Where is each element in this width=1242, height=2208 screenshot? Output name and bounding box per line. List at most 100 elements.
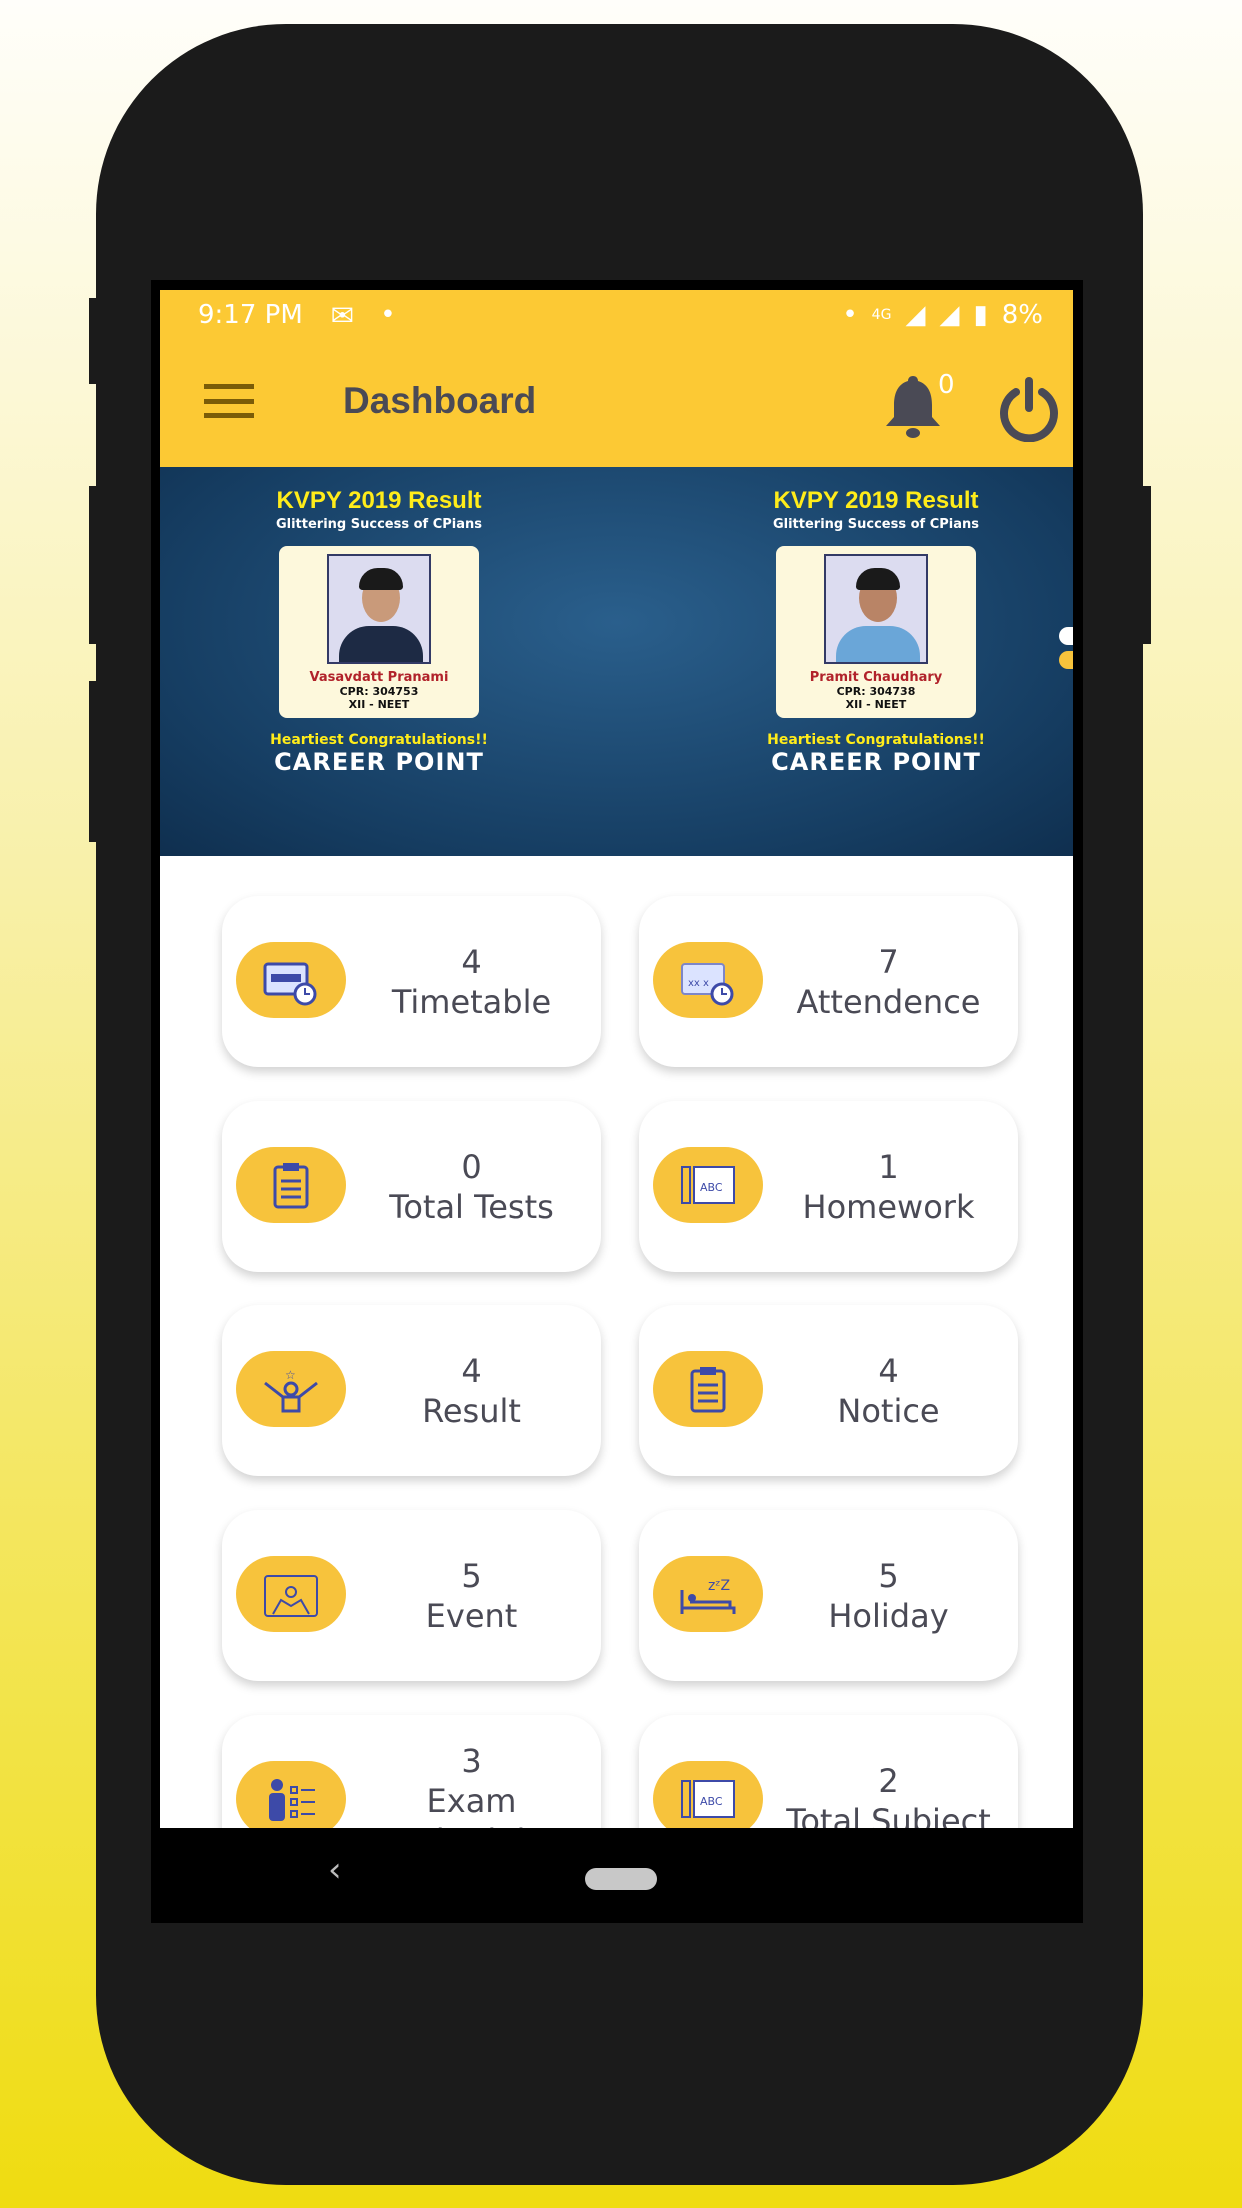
tile-count: 4 (461, 1351, 482, 1390)
tile-icon-badge (236, 942, 346, 1018)
svg-text:zᶻZ: zᶻZ (708, 1578, 730, 1594)
tile-count: 0 (461, 1147, 482, 1186)
tile-attendence[interactable]: xx x 7 Attendence (639, 896, 1018, 1067)
tile-event[interactable]: 5 Event (222, 1510, 601, 1681)
banner-slide: KVPY 2019 Result Glittering Success of C… (249, 487, 509, 776)
tile-text: 4 Result (342, 1305, 601, 1476)
tile-icon-badge: ABC (653, 1147, 763, 1223)
tile-result[interactable]: ☆ 4 Result (222, 1305, 601, 1476)
page-title: Dashboard (343, 380, 537, 421)
tile-holiday[interactable]: zᶻZ 5 Holiday (639, 1510, 1018, 1681)
tile-label: Timetable (391, 982, 552, 1021)
tile-notice[interactable]: 4 Notice (639, 1305, 1018, 1476)
tile-icon-badge: ☆ (236, 1351, 346, 1427)
student-name: Pramit Chaudhary (809, 670, 943, 685)
tile-text: 5 Holiday (759, 1510, 1018, 1681)
network-type: 4G (871, 307, 892, 323)
svg-text:ABC: ABC (700, 1181, 723, 1194)
power-icon[interactable] (996, 376, 1062, 442)
tile-icon-badge: ABC (653, 1761, 763, 1828)
phone-side-button (89, 681, 97, 842)
battery-charging-icon: ▮ (973, 300, 988, 330)
tile-text: 0 Total Tests (342, 1101, 601, 1272)
svg-text:☆: ☆ (285, 1368, 296, 1382)
banner-title: KVPY 2019 Result (773, 487, 979, 514)
tile-label: Event (425, 1596, 518, 1635)
tile-label: Homework (802, 1187, 975, 1226)
banner-congrats: Heartiest Congratulations!! (270, 732, 488, 748)
banner-slide: KVPY 2019 Result Glittering Success of C… (746, 487, 1006, 776)
dot-icon: • (380, 300, 396, 330)
tile-text: 3Exam Schedule (342, 1715, 601, 1829)
phone-side-button (1143, 486, 1151, 644)
abc-book-icon: ABC (681, 1780, 735, 1818)
student-class: XII - NEET (845, 698, 907, 711)
student-card: Pramit Chaudhary CPR: 304738 XII - NEET (776, 546, 976, 718)
tile-icon-badge (236, 1556, 346, 1632)
tile-icon-badge (236, 1147, 346, 1223)
banner-congrats: Heartiest Congratulations!! (767, 732, 985, 748)
app-screen: 9:17 PM ✉ • • 4G ◢ ◢ ▮ 8% Dashboard 0 KV… (160, 290, 1073, 1828)
tile-icon-badge: zᶻZ (653, 1556, 763, 1632)
tile-exam-schedule[interactable]: 3Exam Schedule (222, 1715, 601, 1828)
tile-count: 1 (878, 1147, 899, 1186)
menu-icon[interactable] (204, 384, 254, 418)
clipboard-icon (690, 1367, 726, 1413)
tile-text: 5 Event (342, 1510, 601, 1681)
attendance-calendar-icon: xx x (681, 963, 734, 1006)
student-card: Vasavdatt Pranami CPR: 304753 XII - NEET (279, 546, 479, 718)
svg-text:xx x: xx x (688, 978, 709, 989)
gmail-icon: ✉ (330, 298, 355, 332)
status-bar: 9:17 PM ✉ • • 4G ◢ ◢ ▮ 8% (160, 290, 1073, 340)
tile-homework[interactable]: ABC 1 Homework (639, 1101, 1018, 1272)
tile-text: 4 Timetable (342, 896, 601, 1067)
tile-total-subject[interactable]: ABC 2 Total Subject (639, 1715, 1018, 1828)
tile-icon-badge (653, 1351, 763, 1427)
winner-icon: ☆ (264, 1368, 318, 1413)
student-class: XII - NEET (348, 698, 410, 711)
student-photo (327, 554, 431, 664)
tile-text: 4 Notice (759, 1305, 1018, 1476)
tile-timetable[interactable]: 4 Timetable (222, 896, 601, 1067)
signal-icon: ◢ (905, 300, 926, 330)
tile-count: 4 (461, 942, 482, 981)
sleep-icon: zᶻZ (680, 1578, 736, 1614)
tile-text: 1 Homework (759, 1101, 1018, 1272)
back-icon[interactable]: ‹ (328, 1850, 342, 1890)
student-cpr: CPR: 304738 (836, 685, 916, 698)
clipboard-icon (273, 1163, 309, 1209)
tile-label: Total Subject (786, 1801, 991, 1829)
tile-text: 7 Attendence (759, 896, 1018, 1067)
tile-label: Attendence (796, 982, 981, 1021)
dot-icon: • (842, 300, 858, 330)
tile-label: Result (422, 1391, 521, 1430)
tile-total-tests[interactable]: 0 Total Tests (222, 1101, 601, 1272)
student-name: Vasavdatt Pranami (309, 670, 449, 685)
battery-level: 8% (1001, 300, 1043, 330)
tile-count: 5 (461, 1556, 482, 1595)
brand-logo: CAREER POINT (771, 748, 981, 776)
banner-carousel[interactable]: KVPY 2019 Result Glittering Success of C… (160, 467, 1073, 856)
tile-icon-badge: xx x (653, 942, 763, 1018)
banner-subtitle: Glittering Success of CPians (275, 517, 483, 532)
tile-count: 5 (878, 1556, 899, 1595)
calendar-clock-icon (263, 962, 317, 1006)
banner-subtitle: Glittering Success of CPians (772, 517, 980, 532)
app-bar: Dashboard 0 (160, 340, 1073, 467)
student-cpr: CPR: 304753 (339, 685, 419, 698)
abc-book-icon: ABC (681, 1166, 735, 1204)
tile-text: 2 Total Subject (759, 1715, 1018, 1829)
tile-label: Notice (837, 1391, 940, 1430)
tile-icon-badge (236, 1761, 346, 1828)
notification-count: 0 (938, 370, 955, 400)
student-photo (824, 554, 928, 664)
carousel-indicator[interactable] (1059, 627, 1073, 675)
tile-label: Holiday (828, 1596, 949, 1635)
checklist-person-icon (269, 1779, 315, 1821)
home-button[interactable] (585, 1868, 657, 1890)
signal-no-sim-icon: ◢ (939, 300, 960, 330)
tile-label: Exam Schedule (398, 1781, 545, 1829)
bell-icon[interactable] (882, 374, 944, 440)
status-time: 9:17 PM (198, 300, 303, 330)
system-nav-bar: ‹ (160, 1828, 1073, 1923)
